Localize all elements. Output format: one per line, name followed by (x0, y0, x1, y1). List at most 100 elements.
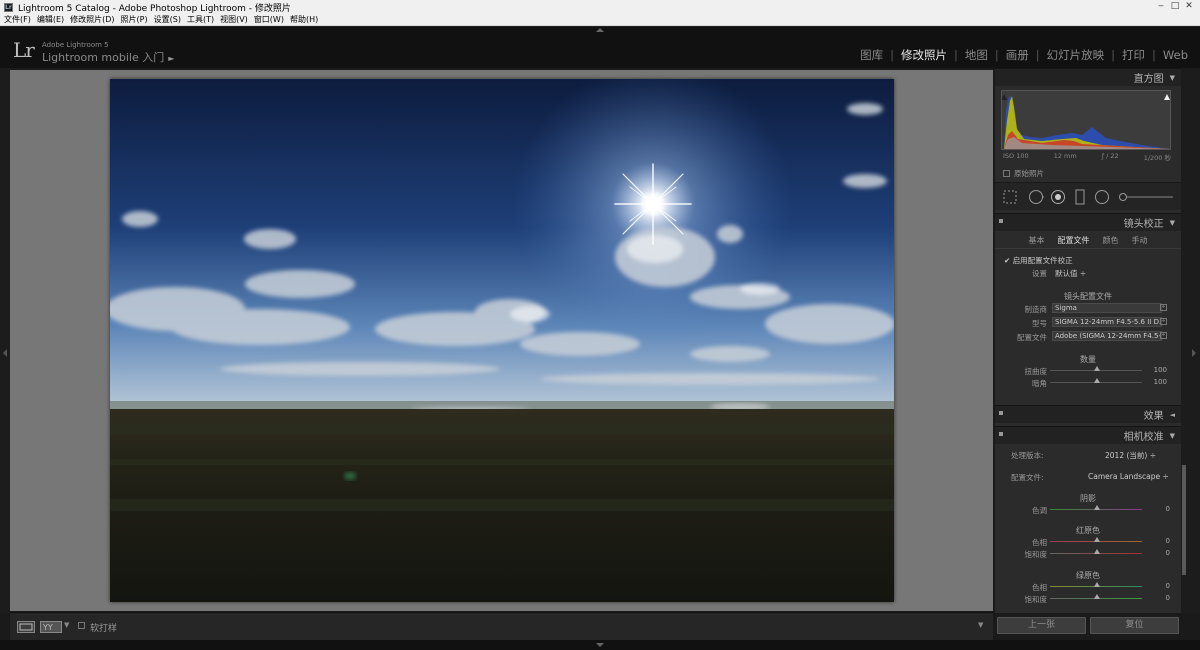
product-name: Adobe Lightroom 5 (42, 41, 109, 49)
previous-button[interactable]: 上一张 (997, 617, 1086, 634)
reset-button[interactable]: 复位 (1090, 617, 1179, 634)
maker-field[interactable]: Sigma (1052, 303, 1162, 313)
maximize-icon[interactable]: □ (1168, 0, 1182, 12)
tab-color[interactable]: 颜色 (1103, 235, 1119, 246)
process-select[interactable]: 2012 (当前) ÷ (1105, 450, 1156, 461)
menu-file[interactable]: 文件(F) (3, 14, 36, 25)
module-library[interactable]: 图库 (854, 47, 889, 63)
module-develop[interactable]: 修改照片 (895, 47, 953, 63)
crop-overlay-icon[interactable] (1003, 190, 1017, 204)
menu-develop[interactable]: 修改照片(D) (69, 14, 119, 25)
vignette-slider-thumb[interactable] (1094, 378, 1100, 383)
expand-effects-icon[interactable]: ◄ (1170, 411, 1175, 419)
menu-photo[interactable]: 照片(P) (120, 14, 153, 25)
tab-profile[interactable]: 配置文件 (1058, 235, 1090, 246)
histogram-graph[interactable] (1001, 90, 1171, 150)
collapse-camera-icon[interactable]: ▼ (1170, 432, 1175, 440)
effects-header[interactable]: 效果 ◄ (995, 405, 1181, 423)
soft-proof-label: 软打样 (90, 624, 118, 634)
red-eye-icon[interactable] (1050, 189, 1066, 205)
green-hue-value[interactable]: 0 (1150, 582, 1170, 590)
setup-select[interactable]: 默认值 ÷ (1055, 268, 1086, 279)
minimize-icon[interactable]: ‒ (1154, 0, 1168, 12)
vignette-label: 暗角 (1032, 379, 1047, 388)
model-field[interactable]: SIGMA 12-24mm F4.5-5.6 II D... (1052, 317, 1162, 327)
collapse-histogram-icon[interactable]: ▼ (1170, 74, 1175, 82)
photo-preview[interactable] (110, 79, 894, 602)
distortion-slider-thumb[interactable] (1094, 366, 1100, 371)
shadow-tint-slider-thumb[interactable] (1094, 505, 1100, 510)
collapse-lens-icon[interactable]: ▼ (1170, 219, 1175, 227)
graduated-filter-icon[interactable] (1075, 189, 1085, 205)
original-photo-toggle[interactable]: 原始照片 (1003, 168, 1044, 179)
red-saturation-slider-thumb[interactable] (1094, 549, 1100, 554)
red-hue-label: 色相 (1032, 538, 1047, 547)
menu-edit[interactable]: 编辑(E) (36, 14, 69, 25)
window-title: Lightroom 5 Catalog - Adobe Photoshop Li… (18, 3, 291, 14)
vignette-value[interactable]: 100 (1147, 378, 1167, 386)
panel-switch-icon[interactable] (999, 411, 1003, 415)
spot-removal-icon[interactable] (1028, 189, 1044, 205)
green-saturation-value[interactable]: 0 (1150, 594, 1170, 602)
red-hue-slider-thumb[interactable] (1094, 537, 1100, 542)
green-primary-section: 绿原色 (1076, 571, 1100, 580)
profile-dropdown-icon[interactable]: ÷ (1160, 332, 1167, 339)
original-photo-checkbox[interactable] (1003, 170, 1010, 177)
calibration-profile-select[interactable]: Camera Landscape ÷ (1088, 472, 1169, 481)
maker-label: 制造商 (1024, 305, 1048, 314)
top-panel-collapse-icon[interactable] (596, 28, 604, 32)
window-controls: ‒ □ ✕ (1154, 0, 1196, 12)
panel-switch-icon[interactable] (999, 432, 1003, 436)
menu-window[interactable]: 窗口(W) (253, 14, 289, 25)
red-hue-value[interactable]: 0 (1150, 537, 1170, 545)
right-panel: 直方图 ▼ ISO 100 12 mm ƒ / 22 1/200 秒 原始照片 … (995, 68, 1181, 613)
before-after-view-icon[interactable]: YY (40, 621, 62, 633)
module-picker: 图库 | 修改照片 | 地图 | 画册 | 幻灯片放映 | 打印 | Web (854, 47, 1194, 63)
histogram-header[interactable]: 直方图 ▼ (995, 68, 1181, 86)
profile-field[interactable]: Adobe (SIGMA 12-24mm F4.5-... (1052, 331, 1162, 341)
play-icon: ► (168, 54, 175, 63)
menu-settings[interactable]: 设置(S) (153, 14, 186, 25)
enable-profile-correction[interactable]: ✔ 启用配置文件校正 (1004, 255, 1073, 266)
red-saturation-value[interactable]: 0 (1150, 549, 1170, 557)
module-map[interactable]: 地图 (959, 47, 994, 63)
close-icon[interactable]: ✕ (1182, 0, 1196, 12)
shadow-tint-value[interactable]: 0 (1150, 505, 1170, 513)
menu-view[interactable]: 视图(V) (219, 14, 253, 25)
menu-tools[interactable]: 工具(T) (186, 14, 219, 25)
checkbox-checked-icon[interactable]: ✔ (1004, 256, 1010, 265)
shadows-section: 阴影 (1080, 494, 1096, 503)
view-options-dropdown-icon[interactable]: ▼ (64, 621, 69, 629)
distortion-value[interactable]: 100 (1147, 366, 1167, 374)
right-panel-scrollbar[interactable] (1182, 465, 1186, 575)
menu-help[interactable]: 帮助(H) (289, 14, 323, 25)
panel-switch-icon[interactable] (999, 219, 1003, 223)
expand-left-icon[interactable] (3, 349, 7, 357)
maker-dropdown-icon[interactable]: ÷ (1160, 304, 1167, 311)
soft-proof-checkbox[interactable] (78, 622, 85, 629)
model-dropdown-icon[interactable]: ÷ (1160, 318, 1167, 325)
iso-value: ISO 100 (1003, 152, 1029, 160)
menu-bar: 文件(F) 编辑(E) 修改照片(D) 照片(P) 设置(S) 工具(T) 视图… (0, 14, 1200, 26)
expand-filmstrip-icon[interactable] (596, 643, 604, 647)
module-slideshow[interactable]: 幻灯片放映 (1041, 47, 1111, 63)
tab-basic[interactable]: 基本 (1029, 235, 1045, 246)
green-saturation-slider-thumb[interactable] (1094, 594, 1100, 599)
shadow-tint-label: 色调 (1032, 506, 1047, 515)
mobile-getting-started[interactable]: Lightroom mobile 入门 ► (42, 49, 174, 65)
original-photo-label: 原始照片 (1014, 169, 1044, 178)
adjustment-brush-icon[interactable] (1119, 192, 1175, 202)
camera-calibration-header[interactable]: 相机校准 ▼ (995, 426, 1181, 444)
toolbar-options-icon[interactable]: ▼ (978, 621, 983, 629)
lens-correction-header[interactable]: 镜头校正 ▼ (995, 213, 1181, 231)
model-label: 型号 (1032, 319, 1047, 328)
collapse-right-icon[interactable] (1192, 349, 1196, 357)
module-print[interactable]: 打印 (1116, 47, 1151, 63)
radial-filter-icon[interactable] (1094, 189, 1110, 205)
left-panel-collapsed[interactable] (0, 68, 10, 613)
green-hue-slider-thumb[interactable] (1094, 582, 1100, 587)
tab-manual[interactable]: 手动 (1132, 235, 1148, 246)
module-web[interactable]: Web (1157, 48, 1194, 62)
module-book[interactable]: 画册 (1000, 47, 1035, 63)
loupe-view-icon[interactable] (17, 621, 35, 633)
